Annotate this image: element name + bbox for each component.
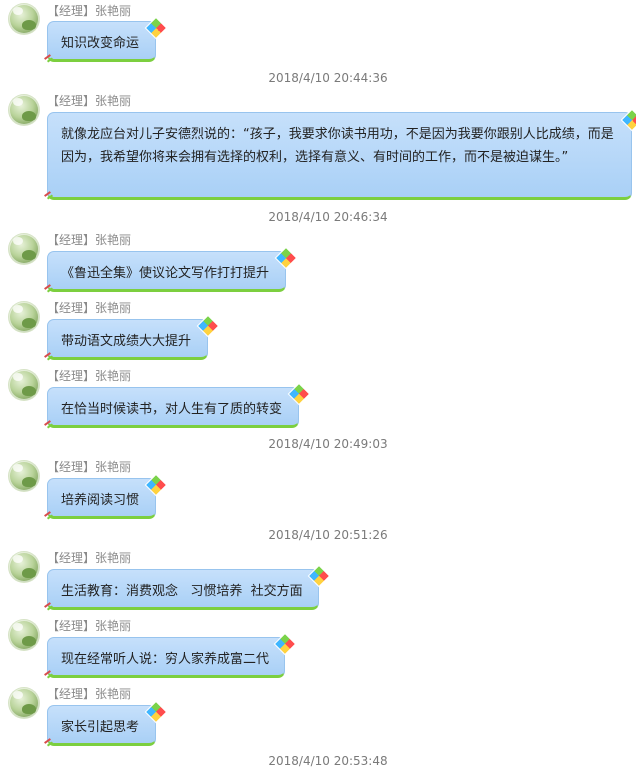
message-text: 《鲁迅全集》使议论文写作打打提升 bbox=[61, 266, 270, 281]
message-bubble[interactable]: 在恰当时候读书，对人生有了质的转变 bbox=[47, 387, 299, 428]
message-bubble[interactable]: 家长引起思考 bbox=[47, 705, 156, 746]
message-bubble[interactable]: 现在经常听人说：穷人家养成富二代 bbox=[47, 637, 285, 678]
message-text: 知识改变命运 bbox=[61, 36, 140, 51]
sender-name: 【经理】张艳丽 bbox=[47, 369, 132, 383]
bubble-corner-icon bbox=[44, 422, 54, 428]
message-bubble[interactable]: 就像龙应台对儿子安德烈说的：“孩子，我要求你读书用功，不是因为我要你跟别人比成绩… bbox=[47, 112, 632, 200]
bubble-corner-icon bbox=[44, 672, 54, 678]
bubble-corner-icon bbox=[44, 354, 54, 360]
bubble-corner-icon bbox=[44, 604, 54, 610]
message-text: 生活教育：消费观念 习惯培养 社交方面 bbox=[61, 584, 303, 599]
bubble-corner-icon bbox=[44, 513, 54, 519]
bubble-corner-icon bbox=[44, 740, 54, 746]
message-text: 现在经常听人说：穷人家养成富二代 bbox=[61, 652, 270, 667]
message-bubble[interactable]: 培养阅读习惯 bbox=[47, 478, 156, 519]
bubble-corner-icon bbox=[44, 56, 54, 62]
timestamp: 2018/4/10 20:53:48 bbox=[268, 754, 388, 768]
timestamp: 2018/4/10 20:44:36 bbox=[268, 71, 388, 85]
sender-avatar[interactable] bbox=[9, 688, 39, 718]
sender-name: 【经理】张艳丽 bbox=[47, 687, 132, 701]
timestamp: 2018/4/10 20:49:03 bbox=[268, 437, 388, 451]
message-bubble[interactable]: 《鲁迅全集》使议论文写作打打提升 bbox=[47, 251, 286, 292]
sender-name: 【经理】张艳丽 bbox=[47, 460, 132, 474]
sender-name: 【经理】张艳丽 bbox=[47, 94, 132, 108]
message-bubble[interactable]: 生活教育：消费观念 习惯培养 社交方面 bbox=[47, 569, 319, 610]
sender-avatar[interactable] bbox=[9, 4, 39, 34]
message-text: 带动语文成绩大大提升 bbox=[61, 334, 192, 349]
message-text: 培养阅读习惯 bbox=[61, 493, 140, 508]
bubble-corner-icon bbox=[44, 286, 54, 292]
sender-name: 【经理】张艳丽 bbox=[47, 233, 132, 247]
sender-name: 【经理】张艳丽 bbox=[47, 619, 132, 633]
bubble-corner-icon bbox=[44, 193, 54, 199]
message-bubble[interactable]: 带动语文成绩大大提升 bbox=[47, 319, 208, 360]
message-text: 就像龙应台对儿子安德烈说的：“孩子，我要求你读书用功，不是因为我要你跟别人比成绩… bbox=[61, 127, 614, 165]
sender-avatar[interactable] bbox=[9, 302, 39, 332]
message-text: 在恰当时候读书，对人生有了质的转变 bbox=[61, 402, 283, 417]
sender-name: 【经理】张艳丽 bbox=[47, 551, 132, 565]
sender-avatar[interactable] bbox=[9, 370, 39, 400]
sender-avatar[interactable] bbox=[9, 234, 39, 264]
sender-name: 【经理】张艳丽 bbox=[47, 301, 132, 315]
sender-name: 【经理】张艳丽 bbox=[47, 4, 132, 18]
message-text: 家长引起思考 bbox=[61, 720, 140, 735]
sender-avatar[interactable] bbox=[9, 461, 39, 491]
sender-avatar[interactable] bbox=[9, 95, 39, 125]
sender-avatar[interactable] bbox=[9, 620, 39, 650]
timestamp: 2018/4/10 20:51:26 bbox=[268, 528, 388, 542]
message-bubble[interactable]: 知识改变命运 bbox=[47, 21, 156, 62]
sender-avatar[interactable] bbox=[9, 552, 39, 582]
timestamp: 2018/4/10 20:46:34 bbox=[268, 210, 388, 224]
